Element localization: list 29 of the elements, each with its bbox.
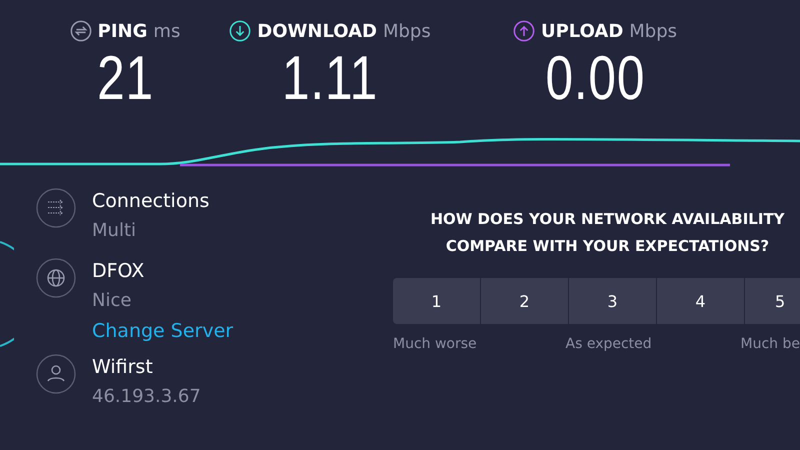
metric-label: UPLOAD xyxy=(540,20,624,42)
scale-label: Much be xyxy=(740,336,800,352)
metric-unit: ms xyxy=(153,20,180,42)
scale-label: As expected xyxy=(566,336,652,352)
metric-value: 0.00 xyxy=(545,44,645,114)
detail-value: Nice xyxy=(92,289,132,313)
detail-value: Multi xyxy=(92,219,137,243)
metric-unit: Mbps xyxy=(382,20,431,42)
detail-value: 46.193.3.67 xyxy=(92,385,201,409)
metric-value: 1.11 xyxy=(282,44,378,114)
user-icon xyxy=(36,354,76,394)
rating-button[interactable]: 2 xyxy=(481,278,568,324)
globe-icon xyxy=(36,258,76,298)
metric-label: DOWNLOAD xyxy=(257,20,377,42)
rating-button[interactable]: 5 xyxy=(745,278,800,324)
rating-button[interactable]: 1 xyxy=(393,278,480,324)
change-server-link[interactable]: Change Server xyxy=(92,318,234,344)
rating-button[interactable]: 3 xyxy=(569,278,656,324)
detail-title: Connections xyxy=(92,189,210,214)
rating-button[interactable]: 4 xyxy=(657,278,744,324)
detail-title: DFOX xyxy=(92,259,146,284)
scale-label: Much worse xyxy=(393,336,477,352)
metric-label: PING xyxy=(98,20,148,42)
metric-unit: Mbps xyxy=(629,20,678,42)
detail-title: Wifirst xyxy=(92,355,154,380)
metric-value: 21 xyxy=(96,44,154,114)
survey-question: HOW DOES YOUR NETWORK AVAILABILITY COMPARE WITH YOUR EXPECTATIONS? xyxy=(429,209,786,257)
swap-arrows-icon xyxy=(70,20,92,42)
arrows-icon xyxy=(36,188,76,228)
